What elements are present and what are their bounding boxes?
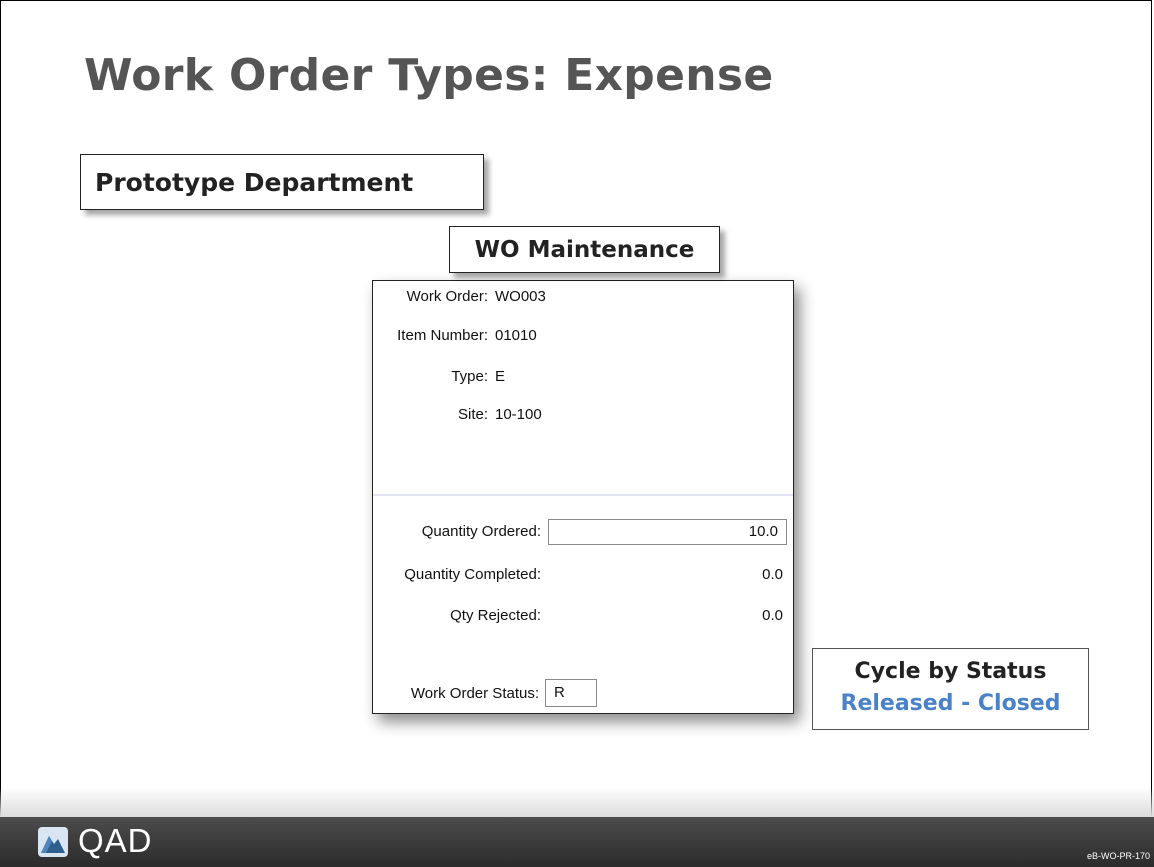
quantity-ordered-label: Quantity Ordered: xyxy=(421,523,541,540)
item-number-label: Item Number: xyxy=(397,327,488,344)
work-order-status-label: Work Order Status: xyxy=(410,685,539,702)
department-label: Prototype Department xyxy=(80,154,484,210)
quantity-ordered-input[interactable]: 10.0 xyxy=(548,519,787,545)
qad-logo-text: QAD xyxy=(78,822,153,859)
site-value[interactable]: 10-100 xyxy=(495,406,542,423)
type-label: Type: xyxy=(451,368,488,385)
section-divider xyxy=(373,494,793,496)
quantity-completed-value: 0.0 xyxy=(762,566,783,583)
cycle-heading: Cycle by Status xyxy=(854,659,1047,684)
cycle-values: Released - Closed xyxy=(840,691,1061,716)
work-order-label: Work Order: xyxy=(406,288,488,305)
cycle-by-status-box: Cycle by Status Released - Closed xyxy=(812,648,1089,730)
work-order-value[interactable]: WO003 xyxy=(495,288,546,305)
wo-maintenance-panel: Work Order: WO003 Item Number: 01010 Typ… xyxy=(372,280,794,714)
work-order-status-input[interactable]: R xyxy=(545,679,597,707)
qty-rejected-label: Qty Rejected: xyxy=(450,607,541,624)
wo-maintenance-heading: WO Maintenance xyxy=(449,226,720,273)
qty-rejected-value: 0.0 xyxy=(762,607,783,624)
quantity-completed-label: Quantity Completed: xyxy=(404,566,541,583)
slide-code: eB-WO-PR-170 xyxy=(1086,851,1150,861)
slide-title: Work Order Types: Expense xyxy=(84,50,774,101)
footer-fade xyxy=(0,787,1154,817)
qad-logo-icon xyxy=(38,827,68,857)
type-value[interactable]: E xyxy=(495,368,505,385)
site-label: Site: xyxy=(457,406,488,423)
footer-bar: QAD eB-WO-PR-170 xyxy=(0,817,1154,867)
item-number-value[interactable]: 01010 xyxy=(495,327,537,344)
